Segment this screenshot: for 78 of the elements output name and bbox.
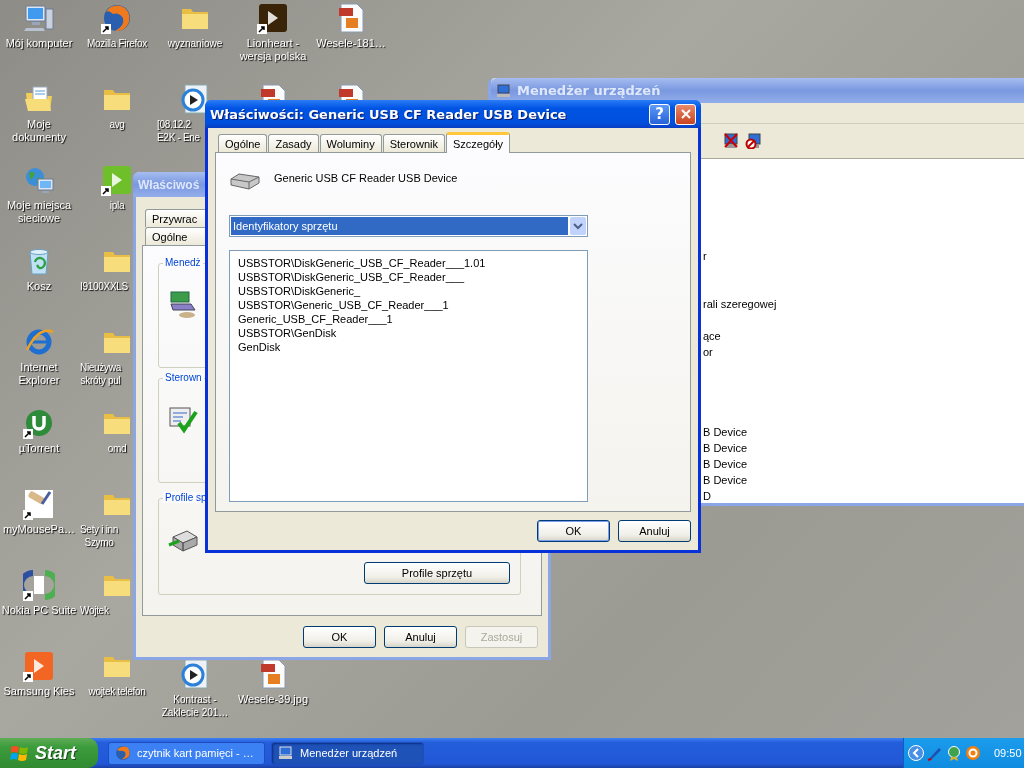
desktop-icon-label[interactable]: µTorrent [18, 442, 60, 455]
desktop-icon-label[interactable]: Internet Explorer [18, 361, 60, 387]
tree-item[interactable]: rali szeregowej [703, 296, 1024, 312]
u-circle-icon[interactable] [23, 407, 55, 439]
desktop-icon-label[interactable]: avg [109, 118, 125, 131]
computer-icon[interactable] [23, 2, 55, 34]
property-dropdown[interactable]: Identyfikatory sprzętu [229, 215, 588, 237]
tab[interactable]: Sterownik [382, 134, 445, 152]
monitor-x-icon[interactable] [723, 133, 739, 149]
windows-flag-icon [10, 743, 30, 763]
group-title: Menedż [163, 257, 203, 268]
tree-item[interactable]: B Device [703, 424, 1024, 440]
device-name: Generic USB CF Reader USB Device [274, 172, 458, 184]
play-disc-icon[interactable] [179, 83, 211, 115]
list-item[interactable]: GenDisk [238, 340, 579, 354]
desktop-icon-label[interactable]: [08.12.2 E2K - Ene [157, 118, 200, 144]
list-item[interactable]: USBSTOR\GenDisk [238, 326, 579, 340]
close-icon [679, 108, 692, 120]
tree-item[interactable]: or [703, 344, 1024, 360]
window-title: Menedżer urządzeń [517, 83, 661, 98]
play-disc-icon[interactable] [179, 658, 211, 690]
tree-item[interactable]: B Device [703, 472, 1024, 488]
close-button[interactable] [675, 103, 696, 125]
desktop-icon-label[interactable]: Moje miejsca sieciowe [6, 199, 72, 225]
app-tile-icon[interactable] [257, 2, 289, 34]
window-title: Właściwości: Generic USB CF Reader USB Device [210, 106, 567, 122]
list-item[interactable]: USBSTOR\DiskGeneric_USB_CF_Reader___ [238, 270, 579, 284]
paint-roller-icon[interactable] [23, 488, 55, 520]
start-button[interactable]: Start [0, 738, 98, 768]
taskbar-button[interactable]: Menedżer urządzeń [271, 741, 424, 765]
list-item[interactable]: USBSTOR\DiskGeneric_USB_CF_Reader___1.01 [238, 256, 579, 270]
computer-icon [278, 745, 294, 761]
badge-icon[interactable] [946, 745, 962, 761]
list-item[interactable]: USBSTOR\Generic_USB_CF_Reader___1 [238, 298, 579, 312]
desktop-icon-label[interactable]: wyznaniowe [167, 37, 223, 50]
tree-item[interactable]: r [703, 248, 1024, 264]
tree-item[interactable]: B Device [703, 456, 1024, 472]
taskbar-button[interactable]: czytnik kart pamięci - … [108, 741, 265, 765]
globe-icon [115, 745, 131, 761]
desktop-icon-label[interactable]: Nieużywa skróty pul [80, 361, 121, 387]
app-tile-icon[interactable] [23, 650, 55, 682]
hardware-profiles-button[interactable]: Profile sprzętu [364, 562, 510, 584]
desktop-icon-label[interactable]: Kosz [26, 280, 52, 293]
tree-item[interactable]: B Device [703, 440, 1024, 456]
computer-icon [496, 82, 512, 99]
tab[interactable]: Zasady [268, 134, 319, 152]
tab[interactable]: Ogólne [218, 134, 268, 152]
globe-icon[interactable] [101, 2, 133, 34]
desktop-icon-label[interactable]: Moje dokumenty [12, 118, 66, 144]
desktop-icon-label[interactable]: Mozilla Firefox [87, 37, 147, 50]
desktop-icon-label[interactable]: Wesele-181… [316, 37, 386, 50]
desktop-icon-label[interactable]: Lionheart - wersja polska [239, 37, 307, 63]
drive-icon [229, 171, 261, 191]
list-item[interactable]: USBSTOR\DiskGeneric_ [238, 284, 579, 298]
chevron-left-icon[interactable] [908, 745, 924, 761]
monitor-blocked-icon[interactable] [745, 133, 761, 149]
list-item[interactable]: Generic_USB_CF_Reader___1 [238, 312, 579, 326]
dialog-button[interactable]: Anuluj [618, 520, 691, 542]
desktop-icon-label[interactable]: I9100XXLS [80, 280, 128, 293]
ring-icon[interactable] [23, 569, 55, 601]
tab[interactable]: Woluminy [319, 134, 382, 152]
help-button[interactable]: ? [649, 103, 670, 125]
tree-item[interactable]: ące [703, 328, 1024, 344]
pen-icon[interactable] [927, 745, 943, 761]
devices-icon [167, 288, 199, 320]
desktop-icon-label[interactable]: Mój komputer [5, 37, 73, 50]
dialog-button[interactable]: OK [303, 626, 376, 648]
desktop-icon-label[interactable]: ipla [109, 199, 125, 212]
window-title: Właściwoś [138, 177, 200, 192]
tray-app-icon[interactable] [965, 745, 981, 761]
tab[interactable]: Szczegóły [445, 132, 511, 153]
app-tile-icon[interactable] [101, 164, 133, 196]
dropdown-value: Identyfikatory sprzętu [231, 217, 568, 235]
clock: 09:50 [994, 747, 1022, 759]
group-title: Sterown [163, 372, 204, 383]
dialog-button[interactable]: OK [537, 520, 610, 542]
dialog-button[interactable]: Anuluj [384, 626, 457, 648]
tree-item[interactable]: D [703, 488, 1024, 504]
